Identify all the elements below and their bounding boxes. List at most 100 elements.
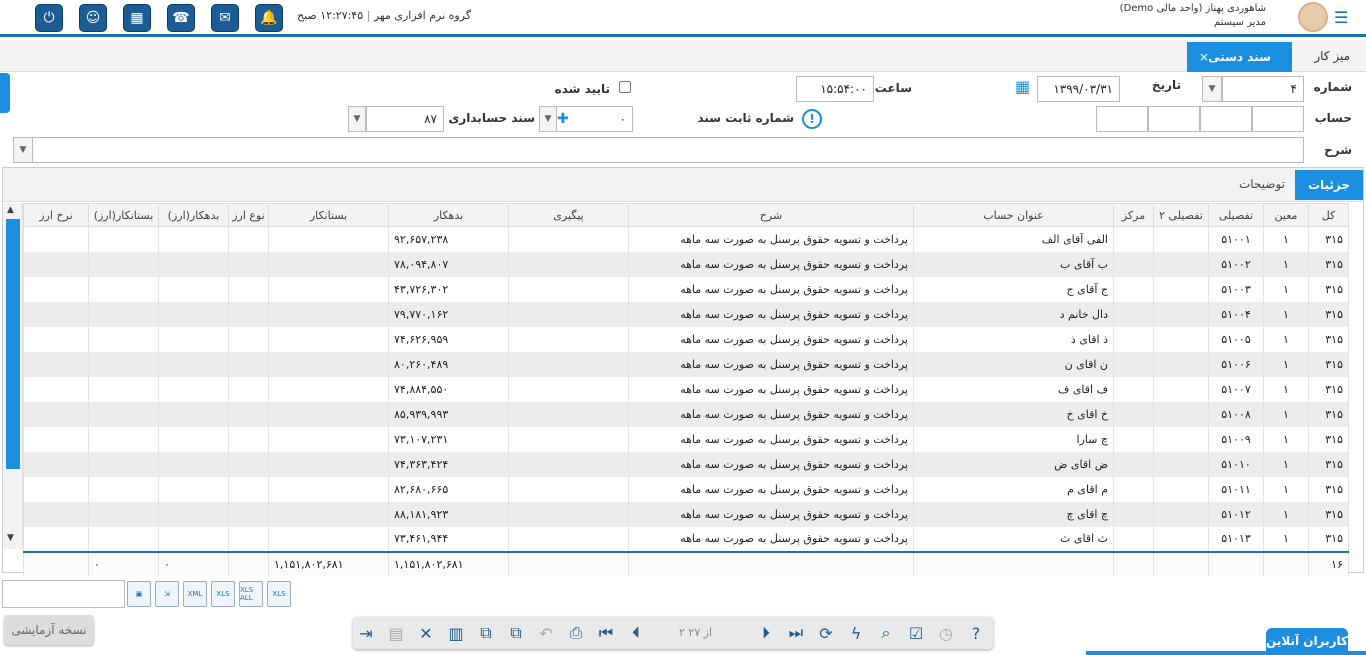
- cell-empty[interactable]: [228, 426, 269, 452]
- cell-empty[interactable]: [88, 401, 159, 427]
- cell-empty[interactable]: [1153, 376, 1209, 402]
- cell-empty[interactable]: [1113, 401, 1154, 427]
- export-xls-button-2[interactable]: XLS: [267, 581, 291, 607]
- power-icon[interactable]: ⏻: [35, 4, 63, 32]
- cell-empty[interactable]: [158, 326, 229, 352]
- cell-empty[interactable]: [23, 326, 89, 352]
- cell-tafsili[interactable]: ۵۱۰۰۴: [1208, 301, 1264, 327]
- cell-sharh[interactable]: پرداخت و تسویه حقوق پرسنل به صورت سه ماه…: [628, 426, 914, 452]
- cell-empty[interactable]: [1113, 526, 1154, 552]
- cell-empty[interactable]: [1153, 301, 1209, 327]
- cell-empty[interactable]: [268, 501, 389, 527]
- cell-empty[interactable]: [1113, 501, 1154, 527]
- number-field[interactable]: ۴: [1222, 76, 1304, 102]
- save-export-icon[interactable]: ▣: [127, 581, 151, 607]
- cell-empty[interactable]: [228, 351, 269, 377]
- cell-empty[interactable]: [158, 301, 229, 327]
- cell-title[interactable]: ج آقای ج: [913, 276, 1114, 302]
- help-icon[interactable]: ?: [965, 622, 987, 644]
- exit-icon[interactable]: ⇥: [355, 622, 377, 644]
- cell-sharh[interactable]: پرداخت و تسویه حقوق پرسنل به صورت سه ماه…: [628, 226, 914, 252]
- cell-empty[interactable]: [1113, 326, 1154, 352]
- cell-empty[interactable]: [1153, 451, 1209, 477]
- cell-tafsili[interactable]: ۵۱۰۰۶: [1208, 351, 1264, 377]
- search-icon[interactable]: ⌕: [875, 622, 897, 644]
- cell-kol[interactable]: ۳۱۵: [1308, 426, 1349, 452]
- col-header[interactable]: بدهکار(ارز): [158, 203, 229, 227]
- col-header[interactable]: عنوان حساب: [913, 203, 1114, 227]
- col-header[interactable]: نرخ ارز: [23, 203, 89, 227]
- cell-empty[interactable]: [508, 401, 629, 427]
- cell-empty[interactable]: [1153, 401, 1209, 427]
- bell-icon[interactable]: 🔔: [255, 4, 283, 32]
- cell-empty[interactable]: [23, 251, 89, 277]
- cell-sharh[interactable]: پرداخت و تسویه حقوق پرسنل به صورت سه ماه…: [628, 351, 914, 377]
- col-header[interactable]: شرح: [628, 203, 914, 227]
- export-filename-field[interactable]: [2, 580, 125, 608]
- cell-empty[interactable]: [508, 476, 629, 502]
- description-field[interactable]: [32, 137, 1304, 163]
- cell-empty[interactable]: [268, 401, 389, 427]
- cell-empty[interactable]: [1153, 476, 1209, 502]
- undo-icon[interactable]: ↶: [535, 622, 557, 644]
- cell-empty[interactable]: [1113, 276, 1154, 302]
- cell-empty[interactable]: [1153, 351, 1209, 377]
- cell-sharh[interactable]: پرداخت و تسویه حقوق پرسنل به صورت سه ماه…: [628, 251, 914, 277]
- cell-empty[interactable]: [88, 501, 159, 527]
- cell-debit[interactable]: ۸۵,۹۳۹,۹۹۳: [388, 401, 509, 427]
- print-icon[interactable]: ⎙: [565, 622, 587, 644]
- cell-debit[interactable]: ۷۹,۷۷۰,۱۶۲: [388, 301, 509, 327]
- cell-title[interactable]: م اقای م: [913, 476, 1114, 502]
- table-row[interactable]: ۳۱۵ ۱ ۵۱۰۰۲ ب آقای ب پرداخت و تسویه حقوق پرس…: [23, 251, 1349, 277]
- cell-empty[interactable]: [268, 301, 389, 327]
- cell-title[interactable]: چ اقای چ: [913, 501, 1114, 527]
- vertical-scrollbar[interactable]: ▲ ▼: [3, 203, 23, 549]
- cell-moin[interactable]: ۱: [1263, 276, 1309, 302]
- cell-empty[interactable]: [1153, 251, 1209, 277]
- cell-empty[interactable]: [268, 476, 389, 502]
- cell-empty[interactable]: [1113, 226, 1154, 252]
- table-row[interactable]: ۳۱۵ ۱ ۵۱۰۱۱ م اقای م پرداخت و تسویه حقوق پرس…: [23, 476, 1349, 502]
- cell-empty[interactable]: [1113, 451, 1154, 477]
- cell-empty[interactable]: [23, 526, 89, 552]
- cell-sharh[interactable]: پرداخت و تسویه حقوق پرسنل به صورت سه ماه…: [628, 526, 914, 552]
- cell-moin[interactable]: ۱: [1263, 401, 1309, 427]
- table-row[interactable]: ۳۱۵ ۱ ۵۱۰۰۵ ذ اقای ذ پرداخت و تسویه حقوق پرس…: [23, 326, 1349, 352]
- cell-title[interactable]: ف اقای ف: [913, 376, 1114, 402]
- cell-tafsili[interactable]: ۵۱۰۰۸: [1208, 401, 1264, 427]
- cell-tafsili[interactable]: ۵۱۰۰۵: [1208, 326, 1264, 352]
- cell-kol[interactable]: ۳۱۵: [1308, 276, 1349, 302]
- cell-empty[interactable]: [88, 376, 159, 402]
- cell-tafsili[interactable]: ۵۱۰۱۲: [1208, 501, 1264, 527]
- cell-empty[interactable]: [508, 526, 629, 552]
- cell-kol[interactable]: ۳۱۵: [1308, 476, 1349, 502]
- scroll-up-icon[interactable]: ▲: [7, 205, 14, 215]
- export-xls-button[interactable]: XLS: [211, 581, 235, 607]
- cell-empty[interactable]: [88, 326, 159, 352]
- last-page-icon[interactable]: ⏭: [785, 622, 807, 644]
- cell-title[interactable]: الفی آقای الف: [913, 226, 1114, 252]
- cell-empty[interactable]: [1153, 326, 1209, 352]
- account-field-1[interactable]: [1252, 106, 1304, 132]
- cell-debit[interactable]: ۴۳,۷۲۶,۳۰۲: [388, 276, 509, 302]
- cell-moin[interactable]: ۱: [1263, 251, 1309, 277]
- cell-kol[interactable]: ۳۱۵: [1308, 351, 1349, 377]
- cell-empty[interactable]: [158, 276, 229, 302]
- col-header[interactable]: پیگیری: [508, 203, 629, 227]
- phone-icon[interactable]: ☎: [167, 4, 195, 32]
- save-icon[interactable]: ▤: [385, 622, 407, 644]
- cell-empty[interactable]: [1113, 301, 1154, 327]
- cell-kol[interactable]: ۳۱۵: [1308, 401, 1349, 427]
- cell-debit[interactable]: ۷۳,۴۶۱,۹۴۴: [388, 526, 509, 552]
- cell-empty[interactable]: [228, 401, 269, 427]
- cell-empty[interactable]: [228, 476, 269, 502]
- table-row[interactable]: ۳۱۵ ۱ ۵۱۰۰۹ چ سارا پرداخت و تسویه حقوق پرسنل…: [23, 426, 1349, 452]
- cell-empty[interactable]: [268, 251, 389, 277]
- cell-sharh[interactable]: پرداخت و تسویه حقوق پرسنل به صورت سه ماه…: [628, 326, 914, 352]
- cell-debit[interactable]: ۸۸,۱۸۱,۹۲۳: [388, 501, 509, 527]
- cell-empty[interactable]: [1113, 251, 1154, 277]
- col-header[interactable]: بستانکار: [268, 203, 389, 227]
- cell-empty[interactable]: [1113, 351, 1154, 377]
- cell-empty[interactable]: [228, 251, 269, 277]
- cell-sharh[interactable]: پرداخت و تسویه حقوق پرسنل به صورت سه ماه…: [628, 376, 914, 402]
